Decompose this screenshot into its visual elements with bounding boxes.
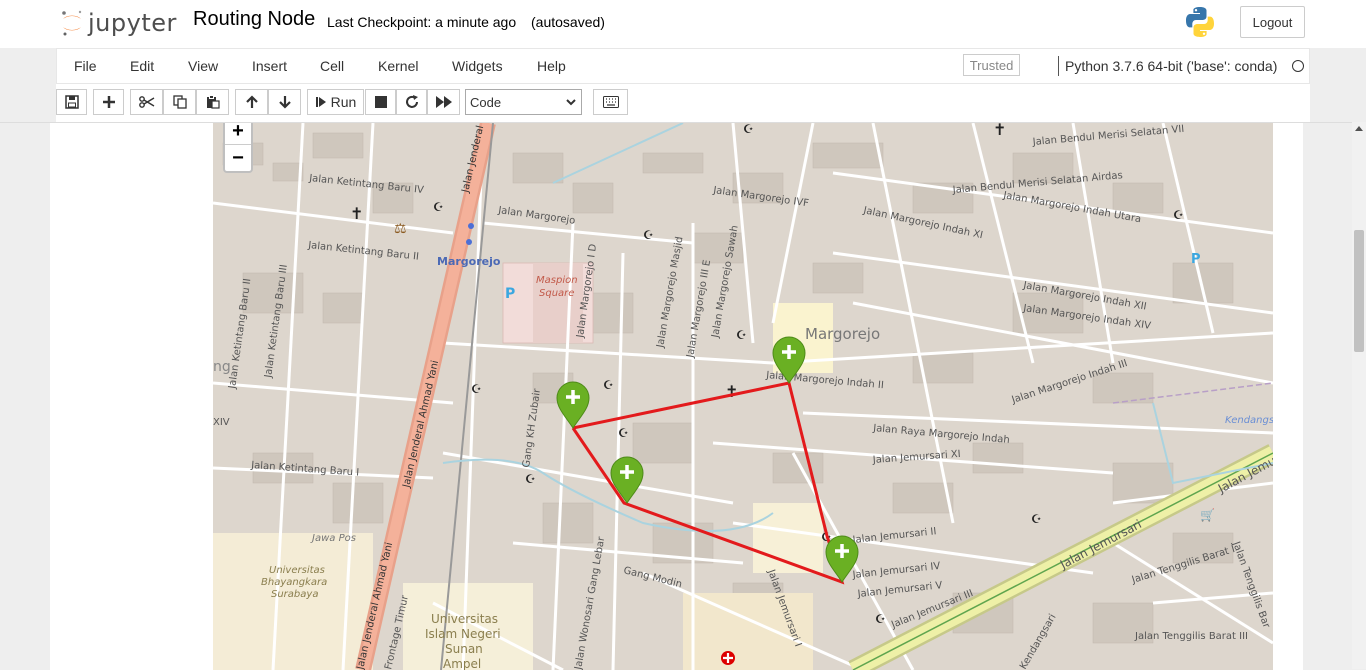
map-tiles: P P ☪ ☪ ☪ ☪ ☪ ☪ ☪ ☪ ☪ ☪ ☪ ☪ ✝ ✝ ✝ ⚖ 🛒 Ma…: [213, 123, 1273, 670]
zoom-control: + −: [223, 123, 253, 173]
notebook-title[interactable]: Routing Node: [193, 8, 315, 31]
kernel-name[interactable]: Python 3.7.6 64-bit ('base': conda): [1065, 58, 1277, 74]
notebook-area: P P ☪ ☪ ☪ ☪ ☪ ☪ ☪ ☪ ☪ ☪ ☪ ☪ ✝ ✝ ✝ ⚖ 🛒 Ma…: [0, 122, 1352, 670]
notebook-page: P P ☪ ☪ ☪ ☪ ☪ ☪ ☪ ☪ ☪ ☪ ☪ ☪ ✝ ✝ ✝ ⚖ 🛒 Ma…: [50, 123, 1303, 670]
shop-icon: 🛒: [1200, 508, 1215, 522]
ubhara-label-3: Surabaya: [271, 589, 318, 600]
kernel-idle-icon: [1292, 60, 1304, 72]
scroll-up-arrow-icon[interactable]: [1355, 126, 1363, 131]
map-edge-label: ng: [213, 359, 231, 375]
mosque-icon-10: ☪: [1031, 512, 1042, 526]
python-logo-icon: [1186, 7, 1214, 37]
menu-view[interactable]: View: [188, 58, 218, 74]
jupyter-logo[interactable]: jupyter: [60, 6, 178, 40]
save-button[interactable]: [56, 89, 87, 115]
menu-help[interactable]: Help: [537, 58, 566, 74]
church-icon-2: ✝: [993, 123, 1006, 139]
autosave-status: (autosaved): [531, 14, 605, 30]
maspion-label-1: Maspion: [536, 275, 578, 286]
run-label: Run: [330, 94, 357, 110]
kendangsari-label: Kendangs: [1225, 415, 1273, 426]
copy-icon: [172, 95, 187, 109]
mosque-icon-8: ☪: [525, 472, 536, 486]
mosque-icon-12: ☪: [875, 612, 886, 626]
map-edge-label-2: XIV: [213, 417, 230, 428]
mosque-icon-11: ☪: [1173, 208, 1184, 222]
ubhara-label-2: Bhayangkara: [261, 577, 327, 588]
menu-insert[interactable]: Insert: [252, 58, 287, 74]
jawa-pos-label: Jawa Pos: [310, 533, 356, 544]
mosque-icon-3: ☪: [643, 228, 654, 242]
mosque-icon-6: ☪: [471, 382, 482, 396]
station-icon: [468, 223, 474, 229]
ubhara-label-1: Universitas: [269, 565, 325, 576]
mosque-icon-5: ☪: [603, 378, 614, 392]
chevron-down-icon: [566, 99, 576, 106]
toolbar: Run Code: [56, 84, 1310, 122]
page-scrollbar[interactable]: [1352, 122, 1366, 669]
uin-label-2: Islam Negeri: [425, 627, 501, 641]
menubar: File Edit View Insert Cell Kernel Widget…: [56, 48, 1310, 84]
plus-icon: [102, 96, 115, 108]
mosque-icon-4: ☪: [736, 328, 747, 342]
fast-forward-icon: [435, 96, 452, 108]
cut-icon: [138, 96, 154, 108]
mosque-icon-7: ☪: [618, 426, 629, 440]
uin-label-1: Universitas: [431, 612, 498, 626]
cell-type-value: Code: [470, 94, 502, 110]
run-icon: [315, 97, 326, 107]
restart-icon: [405, 95, 418, 108]
run-button[interactable]: Run: [307, 89, 364, 115]
interrupt-button[interactable]: [365, 89, 396, 115]
parking-icon-2: P: [1191, 252, 1201, 267]
margorejo-station-label: Margorejo: [437, 255, 501, 268]
logout-button[interactable]: Logout: [1240, 6, 1305, 38]
kernel-separator: [1058, 56, 1059, 76]
zoom-out-button[interactable]: −: [225, 145, 251, 171]
street-tenggilis-barat-iii: Jalan Tenggilis Barat III: [1134, 631, 1248, 642]
save-icon: [64, 95, 79, 109]
cell-type-select[interactable]: Code: [465, 89, 582, 115]
move-up-button[interactable]: [235, 89, 268, 115]
church-icon: ✝: [350, 206, 363, 223]
uin-label-4: Ampel: [443, 657, 481, 670]
arrow-up-icon: [245, 95, 258, 108]
folium-map[interactable]: P P ☪ ☪ ☪ ☪ ☪ ☪ ☪ ☪ ☪ ☪ ☪ ☪ ✝ ✝ ✝ ⚖ 🛒 Ma…: [213, 123, 1273, 670]
paste-icon: [206, 95, 220, 109]
trusted-indicator[interactable]: Trusted: [963, 54, 1020, 76]
menu-kernel[interactable]: Kernel: [378, 58, 418, 74]
restart-run-all-button[interactable]: [427, 89, 460, 115]
menu-cell[interactable]: Cell: [320, 58, 344, 74]
restart-button[interactable]: [396, 89, 427, 115]
maspion-label-2: Square: [539, 288, 574, 299]
insert-cell-button[interactable]: [93, 89, 124, 115]
jupyter-logo-text: jupyter: [88, 9, 177, 37]
paste-button[interactable]: [196, 89, 229, 115]
cut-button[interactable]: [130, 89, 163, 115]
mosque-icon-2: ☪: [433, 200, 444, 214]
stop-icon: [374, 96, 387, 108]
scrollbar-thumb[interactable]: [1354, 230, 1364, 352]
margorejo-area-label: Margorejo: [805, 325, 880, 343]
arrow-down-icon: [278, 96, 291, 109]
station-icon-2: [466, 239, 472, 245]
menu-widgets[interactable]: Widgets: [452, 58, 503, 74]
jupyter-logo-icon: [62, 10, 82, 36]
uin-label-3: Sunan: [445, 642, 483, 656]
keyboard-icon: [602, 96, 619, 108]
mosque-icon: ☪: [743, 123, 754, 136]
menu-file[interactable]: File: [74, 58, 97, 74]
header: jupyter Routing Node Last Checkpoint: a …: [0, 0, 1366, 48]
zoom-in-button[interactable]: +: [225, 123, 251, 145]
parking-icon: P: [505, 286, 515, 302]
copy-button[interactable]: [163, 89, 196, 115]
menu-edit[interactable]: Edit: [130, 58, 154, 74]
courthouse-icon: ⚖: [394, 220, 407, 236]
checkpoint-status: Last Checkpoint: a minute ago: [327, 14, 517, 30]
move-down-button[interactable]: [268, 89, 301, 115]
command-palette-button[interactable]: [593, 89, 628, 115]
